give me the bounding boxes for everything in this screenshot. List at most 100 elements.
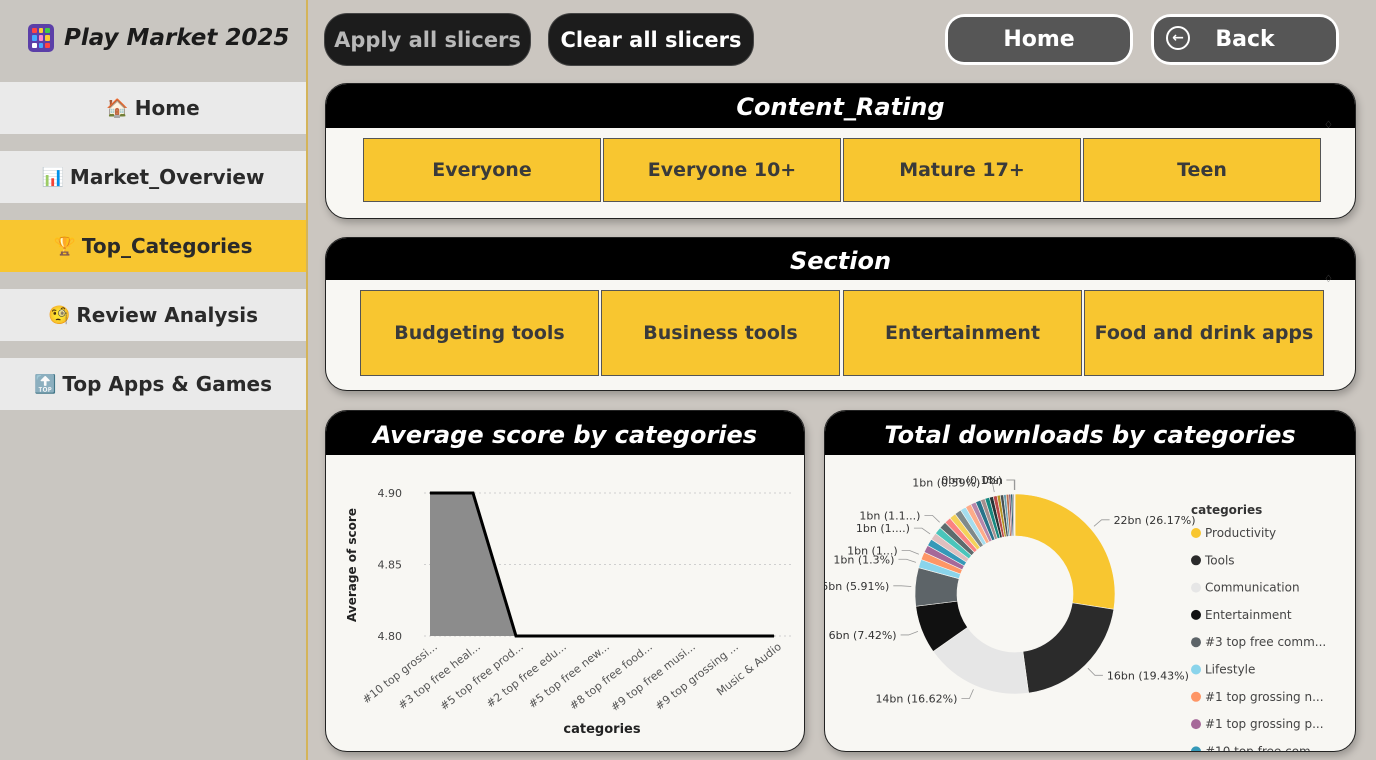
- legend-swatch: [1191, 609, 1201, 620]
- sidebar-item-market-overview[interactable]: 📊 Market_Overview: [0, 151, 306, 203]
- y-tick-label: 4.80: [378, 630, 403, 643]
- monocle-face-icon: 🧐: [47, 304, 71, 326]
- legend-swatch: [1191, 746, 1201, 751]
- sidebar-item-label: Home: [134, 96, 200, 120]
- legend-swatch: [1191, 664, 1201, 675]
- sidebar-item-review-analysis[interactable]: 🧐 Review Analysis: [0, 289, 306, 341]
- average-score-chart-title: Average score by categories: [326, 411, 804, 455]
- slice-data-label: 6bn (7.42%): [829, 629, 897, 642]
- slice-data-label: 16bn (19.43%): [1107, 669, 1189, 682]
- sidebar-item-label: Market_Overview: [69, 165, 265, 189]
- legend-swatch: [1191, 719, 1201, 730]
- donut-slice: [1014, 493, 1116, 610]
- data-point: [472, 492, 474, 494]
- legend-swatch: [1191, 691, 1201, 702]
- slicer-option-teen[interactable]: Teen: [1083, 138, 1321, 202]
- home-button-label: Home: [948, 17, 1130, 62]
- slice-data-label: 22bn (26.17%): [1114, 514, 1196, 527]
- data-point: [558, 635, 560, 637]
- sidebar-item-label: Top_Categories: [81, 234, 253, 258]
- legend-item-label: #10 top free com...: [1205, 744, 1322, 752]
- chevron-down-icon[interactable]: ♢: [1324, 274, 1333, 285]
- x-axis-title: categories: [563, 722, 640, 737]
- top-arrow-icon: 🔝: [33, 373, 57, 395]
- slice-leader-line: [913, 527, 931, 535]
- slice-leader-line: [1006, 479, 1015, 491]
- legend-swatch: [1191, 528, 1201, 538]
- brand: Play Market 2025: [28, 24, 289, 52]
- y-axis-title: Average of score: [345, 508, 359, 622]
- data-point: [601, 635, 603, 637]
- clear-all-slicers-button[interactable]: Clear all slicers: [549, 14, 753, 65]
- sidebar: Play Market 2025 🏠 Home 📊 Market_Overvie…: [0, 0, 308, 760]
- slicer-option-everyone-10[interactable]: Everyone 10+: [603, 138, 841, 202]
- sidebar-item-top-categories[interactable]: 🏆 Top_Categories: [0, 220, 306, 272]
- legend-item-label: Productivity: [1205, 526, 1276, 540]
- legend-item-label: Lifestyle: [1205, 663, 1255, 677]
- slice-data-label: 5bn (5.91%): [825, 580, 889, 593]
- data-point: [644, 635, 646, 637]
- data-point: [429, 492, 431, 494]
- total-downloads-chart-card: Total downloads by categories 22bn (26.1…: [824, 410, 1356, 752]
- slice-data-label: 14bn (16.62%): [875, 692, 957, 705]
- slice-leader-line: [1087, 667, 1103, 676]
- slice-data-label: 1bn (1...): [847, 544, 898, 557]
- sidebar-item-label: Review Analysis: [76, 303, 259, 327]
- slicer-option-food-and-drink-apps[interactable]: Food and drink apps: [1084, 290, 1324, 376]
- slice-data-label: 1bn (1.1...): [859, 509, 920, 522]
- sidebar-item-top-apps-games[interactable]: 🔝 Top Apps & Games: [0, 358, 306, 410]
- sidebar-item-home[interactable]: 🏠 Home: [0, 82, 306, 134]
- legend-swatch: [1191, 637, 1201, 648]
- legend-swatch: [1191, 555, 1201, 566]
- slice-leader-line: [924, 514, 940, 523]
- legend-item-label: #1 top grossing p...: [1205, 717, 1324, 731]
- data-point: [687, 635, 689, 637]
- slice-leader-line: [1006, 479, 1016, 491]
- content-rating-slicer: Content_Rating ♢ Everyone Everyone 10+ M…: [325, 83, 1356, 219]
- app-title: Play Market 2025: [64, 25, 290, 51]
- y-tick-label: 4.85: [378, 559, 403, 572]
- legend-swatch: [1191, 582, 1201, 593]
- slice-data-label: 1bn (1....): [856, 522, 910, 535]
- section-slicer: Section ♢ Budgeting tools Business tools…: [325, 237, 1356, 391]
- total-downloads-chart-title: Total downloads by categories: [825, 411, 1355, 455]
- slice-data-label: 0bn: [982, 474, 1003, 487]
- back-button-label: Back: [1215, 27, 1275, 52]
- slice-leader-line: [901, 550, 920, 555]
- trophy-icon: 🏆: [53, 235, 76, 257]
- y-tick-label: 4.90: [378, 487, 403, 500]
- average-score-chart: 4.904.854.80#10 top grossi...#3 top free…: [345, 487, 792, 737]
- legend-item-label: #3 top free comm...: [1205, 635, 1326, 649]
- slice-leader-line: [900, 630, 919, 636]
- slice-leader-line: [893, 585, 912, 587]
- donut-slice: [1022, 602, 1115, 694]
- area-fill: [430, 493, 774, 636]
- average-score-chart-card: Average score by categories 4.90 4.85 4.80…: [325, 410, 805, 752]
- apply-all-slicers-button[interactable]: Apply all slicers: [325, 14, 530, 65]
- legend-item-label: Tools: [1204, 553, 1235, 567]
- data-point: [730, 635, 732, 637]
- legend-item-label: #1 top grossing n...: [1205, 690, 1324, 704]
- data-point: [515, 635, 517, 637]
- slicer-option-mature-17[interactable]: Mature 17+: [843, 138, 1081, 202]
- legend-item-label: Communication: [1205, 581, 1300, 595]
- slicer-option-entertainment[interactable]: Entertainment: [843, 290, 1082, 376]
- bar-chart-icon: 📊: [41, 166, 64, 188]
- x-tick-label: #10 top grossi...: [360, 640, 440, 706]
- calculator-icon: [28, 24, 54, 52]
- slice-leader-line: [1093, 519, 1110, 527]
- data-point: [773, 635, 775, 637]
- content-rating-title: Content_Rating: [326, 84, 1355, 128]
- slicer-option-budgeting-tools[interactable]: Budgeting tools: [360, 290, 599, 376]
- home-button[interactable]: Home: [945, 14, 1133, 65]
- slice-leader-line: [961, 689, 974, 699]
- back-button[interactable]: ← Back: [1151, 14, 1339, 65]
- slicer-option-everyone[interactable]: Everyone: [363, 138, 601, 202]
- slice-leader-line: [898, 558, 917, 563]
- section-title: Section: [326, 238, 1355, 280]
- back-arrow-icon: ←: [1166, 26, 1190, 50]
- slicer-option-business-tools[interactable]: Business tools: [601, 290, 840, 376]
- legend-title: categories: [1191, 503, 1262, 517]
- total-downloads-chart: 22bn (26.17%) 16bn (19.43%) 14bn (16.62%) 6…: [825, 474, 1326, 752]
- chevron-down-icon[interactable]: ♢: [1324, 120, 1333, 131]
